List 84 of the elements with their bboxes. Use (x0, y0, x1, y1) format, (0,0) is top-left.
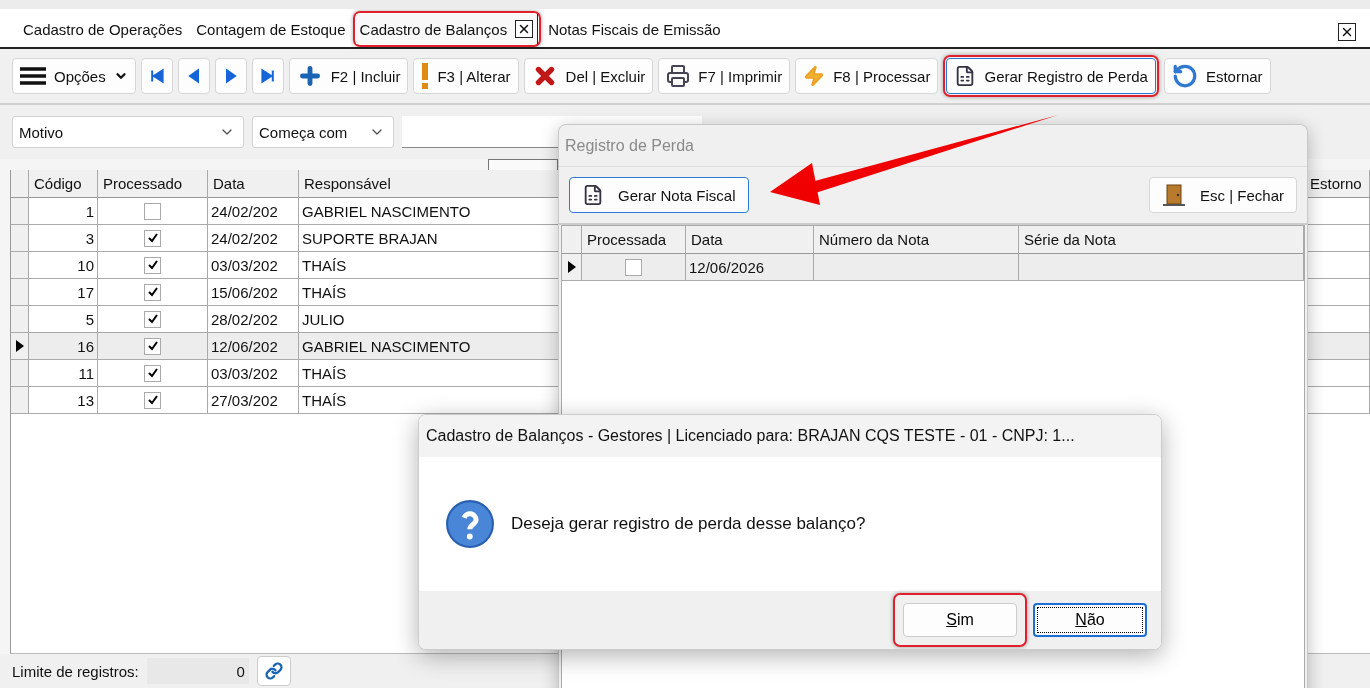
checkbox[interactable] (144, 202, 161, 220)
undo-icon (1171, 63, 1198, 89)
checkbox[interactable] (144, 391, 161, 409)
dialog-button[interactable]: Gerar Nota Fiscal (569, 177, 749, 213)
printer-icon (666, 64, 691, 88)
dialog-message: Deseja gerar registro de perda desse balanço? (511, 514, 866, 534)
table-cell (1305, 360, 1370, 387)
navigation-button[interactable] (214, 58, 247, 94)
column-header[interactable]: Data (686, 226, 814, 254)
column-header[interactable]: Código (29, 170, 98, 198)
toolbar-button[interactable]: Del | Excluir (523, 58, 654, 94)
toolbar-button[interactable]: F7 | Imprimir (658, 58, 791, 94)
link-icon (264, 662, 283, 680)
checkbox[interactable] (144, 256, 161, 274)
checkbox[interactable] (625, 258, 642, 276)
column-header[interactable]: Processada (582, 226, 686, 254)
exclamation-icon (421, 63, 430, 89)
dialog-button[interactable]: Sim (903, 603, 1017, 637)
record-limit-field[interactable]: 0 (146, 658, 249, 684)
checkbox[interactable] (144, 364, 161, 382)
navigation-button[interactable] (140, 58, 173, 94)
column-header[interactable]: Série da Nota (1019, 226, 1304, 254)
field-dropdown[interactable]: Motivo (12, 116, 244, 148)
dialog-title: Cadastro de Balanços - Gestores | Licenciado para: BRAJAN CQS TESTE - 01 - CNPJ: 1... (419, 415, 1161, 457)
toolbar-button[interactable]: Estornar (1163, 58, 1271, 94)
column-header[interactable]: Processado (98, 170, 208, 198)
operator-dropdown[interactable]: Começa com (252, 116, 394, 148)
row-pointer-icon (15, 340, 24, 352)
column-header[interactable]: Estorno (1305, 170, 1370, 198)
table-cell: 24/02/202 (208, 198, 299, 225)
column-header[interactable]: Data (208, 170, 299, 198)
lightning-icon (803, 65, 826, 87)
header-corner (11, 170, 29, 198)
close-icon[interactable] (1338, 23, 1356, 41)
dialog-button[interactable]: Não (1033, 603, 1147, 637)
row-pointer-icon (567, 261, 576, 273)
table-cell (1305, 225, 1370, 252)
table-cell: 13 (29, 387, 98, 414)
table-cell: 03/03/202 (208, 252, 299, 279)
toolbar-button[interactable]: F2 | Incluir (288, 58, 409, 94)
splitter-handle[interactable] (488, 159, 558, 170)
table-cell: 10 (29, 252, 98, 279)
table-cell (1305, 198, 1370, 225)
tab[interactable]: Contagem de Estoque (192, 14, 350, 44)
close-icon[interactable] (515, 20, 534, 38)
table-cell: 12/06/2026 (686, 254, 814, 281)
column-header[interactable]: Número da Nota (814, 226, 1019, 254)
menu-icon (20, 66, 46, 86)
toolbar-button[interactable]: Gerar Registro de Perda (946, 58, 1156, 94)
navigation-button[interactable] (177, 58, 210, 94)
table-cell: 11 (29, 360, 98, 387)
table-cell: 03/03/202 (208, 360, 299, 387)
navigation-button[interactable] (251, 58, 284, 94)
table-cell: 1 (29, 198, 98, 225)
table-cell: 15/06/202 (208, 279, 299, 306)
door-icon (1162, 183, 1187, 207)
toolbar-button[interactable]: F8 | Processar (795, 58, 939, 94)
table-cell: 3 (29, 225, 98, 252)
table-cell: 24/02/202 (208, 225, 299, 252)
toolbar-button[interactable]: Opções (12, 58, 136, 94)
dialog-button[interactable]: Esc | Fechar (1149, 177, 1297, 213)
table-cell (1305, 306, 1370, 333)
table-cell (1305, 279, 1370, 306)
table-cell: 5 (29, 306, 98, 333)
table-cell (1305, 252, 1370, 279)
checkbox[interactable] (144, 310, 161, 328)
checkbox[interactable] (144, 229, 161, 247)
record-limit-label: Limite de registros: (12, 662, 139, 680)
tab[interactable]: Notas Fiscais de Emissão (544, 14, 725, 44)
document-icon (582, 184, 604, 206)
checkbox[interactable] (144, 283, 161, 301)
question-icon (445, 499, 495, 549)
table-cell: 12/06/202 (208, 333, 299, 360)
table-cell: 27/03/202 (208, 387, 299, 414)
toolbar-button[interactable]: F3 | Alterar (413, 58, 519, 94)
skip-start-icon (148, 68, 165, 84)
skip-end-icon (259, 68, 276, 84)
table-cell: 16 (29, 333, 98, 360)
tab[interactable]: Cadastro de Balanços (355, 14, 539, 44)
table-cell: 28/02/202 (208, 306, 299, 333)
table-cell: 17 (29, 279, 98, 306)
checkbox[interactable] (144, 337, 161, 355)
link-button[interactable] (256, 656, 291, 686)
tab[interactable]: Cadastro de Operações (19, 14, 187, 44)
